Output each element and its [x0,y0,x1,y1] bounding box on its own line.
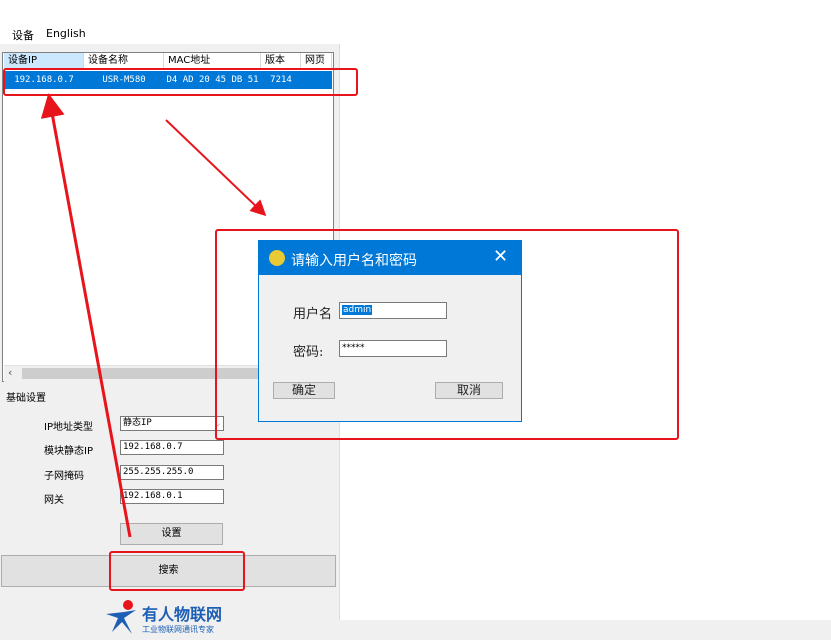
column-header-mac[interactable]: MAC地址 [164,53,261,69]
menu-english[interactable]: English [46,27,86,40]
brand-tagline: 工业物联网通讯专家 [142,625,214,634]
gateway-input[interactable]: 192.168.0.1 [120,489,224,504]
brand-logo-icon [106,600,136,634]
column-header-name[interactable]: 设备名称 [84,53,164,69]
annotation-row-highlight [3,68,358,96]
subnet-label: 子网掩码 [44,471,84,482]
column-header-version[interactable]: 版本 [261,53,301,69]
basic-settings-title: 基础设置 [6,393,46,404]
ip-type-value: 静态IP [123,418,152,428]
ip-type-select[interactable]: 静态IP ⌵ [120,416,224,431]
subnet-input[interactable]: 255.255.255.0 [120,465,224,480]
set-button[interactable]: 设置 [120,523,223,545]
column-header-ip[interactable]: 设备IP [4,53,84,69]
menu-device[interactable]: 设备 [12,27,34,43]
annotation-search-highlight [109,551,245,591]
annotation-dialog-highlight [215,229,679,440]
ip-type-label: IP地址类型 [44,422,93,433]
menu-bar: 设备 English [0,0,831,44]
gateway-label: 网关 [44,495,64,506]
static-ip-label: 模块静态IP [44,446,93,457]
static-ip-input[interactable]: 192.168.0.7 [120,440,224,455]
brand-name: 有人物联网 [142,605,223,624]
scroll-left-icon[interactable]: ‹ [8,366,12,379]
column-header-web[interactable]: 网页 [301,53,332,69]
